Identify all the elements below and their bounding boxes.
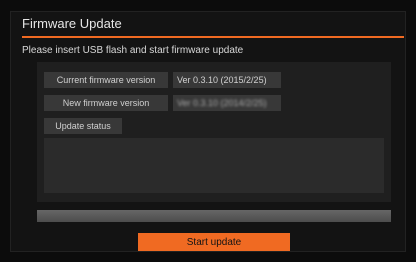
new-version-text: Ver 0.3.10 (2014/2/25) bbox=[177, 98, 267, 108]
new-version-label: New firmware version bbox=[44, 95, 168, 111]
title-divider bbox=[22, 36, 404, 38]
current-version-label: Current firmware version bbox=[44, 72, 168, 88]
instruction-text: Please insert USB flash and start firmwa… bbox=[22, 45, 244, 56]
new-version-value: Ver 0.3.10 (2014/2/25) bbox=[173, 95, 281, 111]
dialog-title: Firmware Update bbox=[22, 16, 122, 31]
current-version-value: Ver 0.3.10 (2015/2/25) bbox=[173, 72, 281, 88]
update-status-log bbox=[44, 138, 384, 193]
update-status-label: Update status bbox=[44, 118, 122, 134]
start-update-button[interactable]: Start update bbox=[138, 233, 290, 251]
update-progress-bar bbox=[37, 210, 391, 222]
